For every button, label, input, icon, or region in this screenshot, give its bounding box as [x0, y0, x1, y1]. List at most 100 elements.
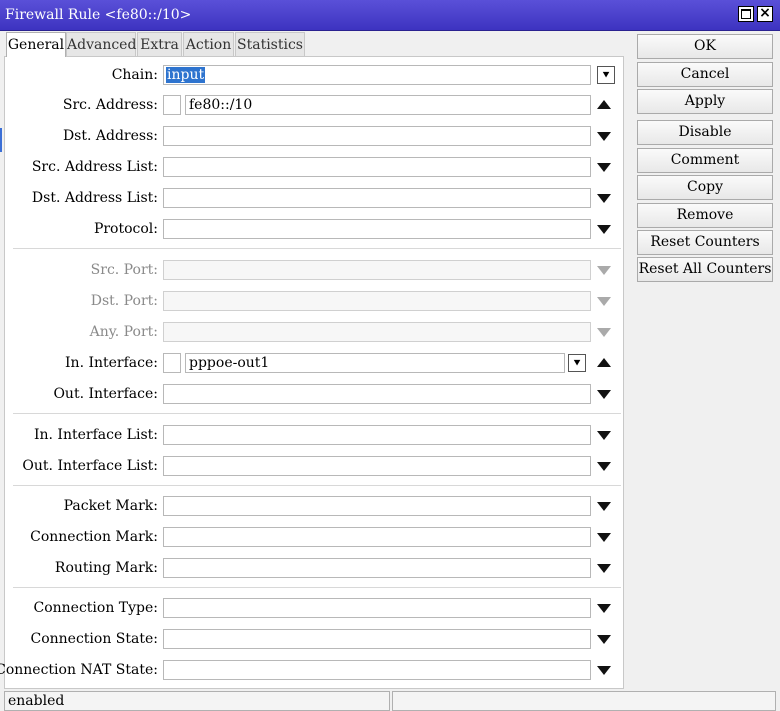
connection-state-label: Connection State: [30, 631, 159, 647]
cancel-button[interactable]: Cancel [637, 62, 773, 87]
dst-address-list-label: Dst. Address List: [31, 190, 158, 206]
out-interface-list-expand-icon[interactable] [597, 462, 611, 471]
in-interface-dropdown-icon[interactable]: ⯆ [568, 354, 586, 372]
out-interface-row: Out. Interface: [5, 384, 625, 406]
dst-address-list-row: Dst. Address List: [5, 188, 625, 210]
protocol-row: Protocol: [5, 219, 625, 241]
separator [13, 248, 621, 249]
routing-mark-expand-icon[interactable] [597, 564, 611, 573]
connection-mark-label: Connection Mark: [30, 529, 158, 545]
in-interface-row: In. Interface: pppoe-out1 ⯆ [5, 353, 625, 375]
tab-general[interactable]: General [6, 32, 66, 57]
any-port-expand-icon[interactable] [597, 328, 611, 337]
dst-address-row: Dst. Address: [5, 126, 625, 148]
routing-mark-input[interactable] [163, 558, 591, 578]
routing-mark-row: Routing Mark: [5, 558, 625, 580]
disable-button[interactable]: Disable [637, 120, 773, 145]
protocol-input[interactable] [163, 219, 591, 239]
comment-button[interactable]: Comment [637, 148, 773, 173]
out-interface-label: Out. Interface: [53, 386, 158, 402]
src-port-expand-icon[interactable] [597, 266, 611, 275]
general-panel: Chain: input ⯆ Src. Address: fe80::/10 D… [0, 56, 625, 689]
out-interface-list-input[interactable] [163, 456, 591, 476]
separator [13, 485, 621, 486]
in-interface-collapse-icon[interactable] [597, 358, 611, 367]
dst-address-label: Dst. Address: [62, 128, 158, 144]
connection-nat-state-expand-icon[interactable] [597, 666, 611, 675]
in-interface-label: In. Interface: [65, 355, 158, 371]
routing-mark-label: Routing Mark: [54, 560, 158, 576]
window-edge [0, 128, 2, 152]
maximize-icon[interactable] [738, 6, 754, 22]
dst-address-list-input[interactable] [163, 188, 591, 208]
ok-button[interactable]: OK [637, 34, 773, 59]
connection-type-input[interactable] [163, 598, 591, 618]
packet-mark-row: Packet Mark: [5, 496, 625, 518]
in-interface-input[interactable]: pppoe-out1 [185, 353, 565, 373]
connection-mark-input[interactable] [163, 527, 591, 547]
in-interface-list-input[interactable] [163, 425, 591, 445]
separator [13, 587, 621, 588]
connection-nat-state-input[interactable] [163, 660, 591, 680]
connection-type-expand-icon[interactable] [597, 604, 611, 613]
src-address-value: fe80::/10 [189, 97, 253, 113]
window-title: Firewall Rule <fe80::/10> [5, 7, 192, 23]
status-bar-secondary [392, 691, 776, 711]
dst-port-label: Dst. Port: [90, 293, 158, 309]
chain-input[interactable]: input [163, 65, 591, 85]
dst-address-list-expand-icon[interactable] [597, 194, 611, 203]
apply-button[interactable]: Apply [637, 89, 773, 114]
in-interface-list-expand-icon[interactable] [597, 431, 611, 440]
src-address-list-input[interactable] [163, 157, 591, 177]
connection-state-row: Connection State: [5, 629, 625, 651]
out-interface-list-label: Out. Interface List: [22, 458, 158, 474]
remove-button[interactable]: Remove [637, 203, 773, 228]
src-address-list-expand-icon[interactable] [597, 163, 611, 172]
connection-nat-state-label: Connection NAT State: [0, 662, 158, 678]
src-port-label: Src. Port: [90, 262, 158, 278]
dst-port-expand-icon[interactable] [597, 297, 611, 306]
src-address-input[interactable]: fe80::/10 [185, 95, 591, 115]
reset-counters-button[interactable]: Reset Counters [637, 230, 773, 255]
packet-mark-label: Packet Mark: [63, 498, 158, 514]
tab-action[interactable]: Action [183, 32, 234, 56]
close-icon[interactable]: × [757, 6, 773, 22]
window-titlebar[interactable]: Firewall Rule <fe80::/10> × [0, 0, 780, 31]
chain-row: Chain: input ⯆ [5, 65, 625, 87]
reset-all-counters-button[interactable]: Reset All Counters [637, 257, 773, 282]
copy-button[interactable]: Copy [637, 175, 773, 200]
packet-mark-input[interactable] [163, 496, 591, 516]
src-address-collapse-icon[interactable] [597, 100, 611, 109]
in-interface-list-row: In. Interface List: [5, 425, 625, 447]
protocol-expand-icon[interactable] [597, 225, 611, 234]
src-port-input[interactable] [163, 260, 591, 280]
src-address-row: Src. Address: fe80::/10 [5, 95, 625, 117]
chain-label: Chain: [111, 67, 158, 83]
dst-port-row: Dst. Port: [5, 291, 625, 313]
dst-port-input[interactable] [163, 291, 591, 311]
out-interface-input[interactable] [163, 384, 591, 404]
out-interface-expand-icon[interactable] [597, 390, 611, 399]
dst-address-input[interactable] [163, 126, 591, 146]
in-interface-list-label: In. Interface List: [33, 427, 158, 443]
out-interface-list-row: Out. Interface List: [5, 456, 625, 478]
tab-advanced[interactable]: Advanced [66, 32, 136, 56]
packet-mark-expand-icon[interactable] [597, 502, 611, 511]
connection-state-expand-icon[interactable] [597, 635, 611, 644]
chain-dropdown-icon[interactable]: ⯆ [597, 66, 615, 84]
connection-state-input[interactable] [163, 629, 591, 649]
src-address-negate-checkbox[interactable] [163, 95, 181, 115]
connection-type-label: Connection Type: [33, 600, 158, 616]
src-address-list-row: Src. Address List: [5, 157, 625, 179]
connection-nat-state-row: Connection NAT State: [0, 660, 625, 682]
tab-extra[interactable]: Extra [137, 32, 182, 56]
src-address-list-label: Src. Address List: [31, 159, 158, 175]
connection-mark-expand-icon[interactable] [597, 533, 611, 542]
tab-statistics[interactable]: Statistics [235, 32, 305, 56]
dst-address-expand-icon[interactable] [597, 132, 611, 141]
connection-type-row: Connection Type: [5, 598, 625, 620]
connection-mark-row: Connection Mark: [5, 527, 625, 549]
any-port-input[interactable] [163, 322, 591, 342]
in-interface-negate-checkbox[interactable] [163, 353, 181, 373]
protocol-label: Protocol: [93, 221, 158, 237]
